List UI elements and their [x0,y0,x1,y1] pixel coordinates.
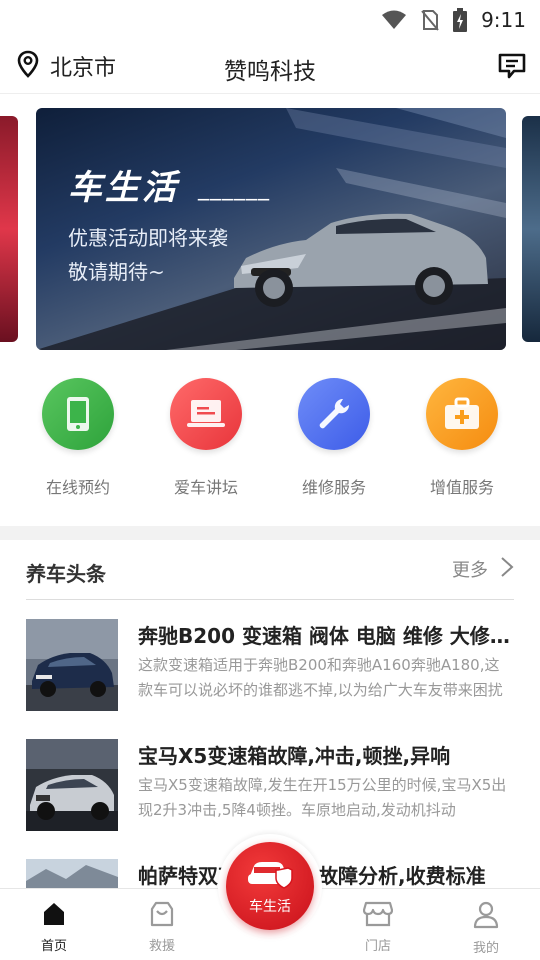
tab-home[interactable]: 首页 [0,889,108,960]
banner-title: 车生活 [68,168,179,208]
store-icon [362,901,394,931]
chevron-right-icon [500,556,514,582]
quick-menu-repair-service[interactable]: 维修服务 [279,378,389,508]
news-thumbnail [26,739,118,831]
location-pin-icon [16,50,40,82]
quick-menu-label: 增值服务 [429,478,494,497]
laptop-icon [170,378,242,450]
user-icon [472,901,500,933]
medical-kit-icon [426,378,498,450]
news-more-label: 更多 [452,560,488,581]
quick-menu-online-booking[interactable]: 在线预约 [23,378,133,508]
message-button[interactable] [496,52,528,84]
tab-profile[interactable]: 我的 [432,889,540,960]
tab-label: 首页 [40,939,67,954]
battery-charging-icon [453,8,468,32]
news-description: 这款变速箱适用于奔驰B200和奔驰A160奔驰A180,这款车可以说必坏的谁都逃… [138,656,503,699]
banner-subtitle-2: 敬请期待~ [68,260,165,284]
quick-menu-label: 维修服务 [301,478,366,497]
car-life-label: 车生活 [249,899,291,915]
tab-store[interactable]: 门店 [324,889,432,960]
banner-subtitle-1: 优惠活动即将来袭 [68,226,228,250]
tab-label: 救援 [148,939,175,954]
car-shield-icon [246,856,294,894]
wifi-icon [381,10,407,30]
banner-slide[interactable]: 车生活 ______ 优惠活动即将来袭 敬请期待~ [36,108,506,350]
car-life-button[interactable]: 车生活 [226,842,314,930]
no-sim-icon [421,9,439,31]
phone-icon [42,378,114,450]
wrench-icon [298,378,370,450]
status-bar: 9:11 [0,0,540,40]
quick-menu-label: 在线预约 [45,478,110,497]
status-time: 9:11 [481,8,526,32]
banner-carousel[interactable]: 车生活 ______ 优惠活动即将来袭 敬请期待~ [0,108,540,352]
section-divider [0,526,540,540]
tab-label: 门店 [364,939,391,954]
message-icon [497,52,527,84]
car-life-button-wrap: 车生活 [218,834,322,938]
news-section-title: 养车头条 [26,562,106,586]
rescue-bag-icon [148,901,176,931]
news-headline: 奔驰B200 变速箱 阀体 电脑 维修 大修 保养 [138,624,514,648]
banner-title-suffix: ______ [198,176,270,201]
banner-prev-slide[interactable] [0,116,18,342]
quick-menu-value-added[interactable]: 增值服务 [407,378,517,508]
home-icon [41,901,67,931]
news-more-link[interactable]: 更多 [452,556,514,582]
tab-label: 我的 [472,941,499,956]
location-selector[interactable]: 北京市 [16,50,116,82]
quick-menu-car-forum[interactable]: 爱车讲坛 [151,378,261,508]
tab-rescue[interactable]: 救援 [108,889,216,960]
news-list-item[interactable]: 奔驰B200 变速箱 阀体 电脑 维修 大修 保养 这款变速箱适用于奔驰B200… [26,619,514,713]
news-headline: 宝马X5变速箱故障,冲击,顿挫,异响 [138,744,451,768]
quick-menu-label: 爱车讲坛 [173,478,238,497]
banner-next-slide[interactable] [522,116,540,342]
quick-menu: 在线预约 爱车讲坛 维修服务 增值服务 [0,378,540,508]
top-header: 北京市 赞鸣科技 [0,40,540,94]
news-list-item[interactable]: 宝马X5变速箱故障,冲击,顿挫,异响 宝马X5变速箱故障,发生在开15万公里的时… [26,739,514,833]
news-section-header: 养车头条 更多 [26,540,514,600]
location-label: 北京市 [50,56,117,81]
news-description: 宝马X5变速箱故障,发生在开15万公里的时候,宝马X5出现2升3冲击,5降4顿挫… [138,776,507,819]
news-thumbnail [26,619,118,711]
